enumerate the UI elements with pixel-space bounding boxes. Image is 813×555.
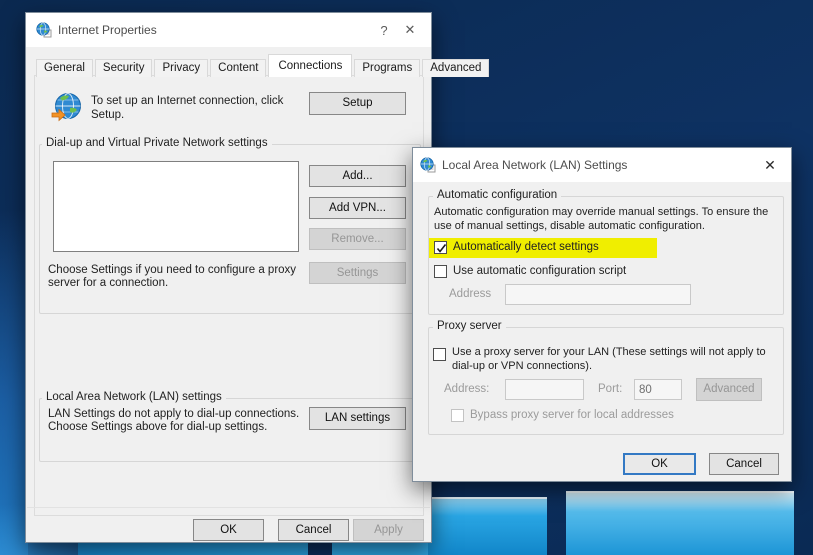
windows-logo-pane-strip-left <box>78 542 308 555</box>
use-automatic-configuration-script-label[interactable]: Use automatic configuration script <box>453 265 626 277</box>
tab-security[interactable]: Security <box>95 59 153 77</box>
script-address-label: Address <box>449 288 491 300</box>
desktop-wallpaper: Internet Properties ? ✕ General Security… <box>0 0 813 555</box>
tab-general[interactable]: General <box>36 59 93 77</box>
proxy-port-label: Port: <box>598 383 622 395</box>
apply-button[interactable]: Apply <box>353 519 424 541</box>
close-icon[interactable]: ✕ <box>757 157 783 174</box>
settings-button[interactable]: Settings <box>309 262 406 284</box>
close-icon[interactable]: ✕ <box>397 22 423 38</box>
internet-properties-titlebar: Internet Properties ? ✕ <box>26 13 431 47</box>
windows-logo-pane-bottom-right <box>566 491 794 555</box>
cancel-button[interactable]: Cancel <box>709 453 779 475</box>
dialog-title: Internet Properties <box>58 23 157 37</box>
ok-button[interactable]: OK <box>193 519 264 541</box>
choose-settings-hint-line1: Choose Settings if you need to configure… <box>48 264 296 278</box>
lan-settings-titlebar: Local Area Network (LAN) Settings ✕ <box>413 148 791 182</box>
use-proxy-line1[interactable]: Use a proxy server for your LAN (These s… <box>452 345 766 359</box>
tab-strip: General Security Privacy Content Connect… <box>36 54 491 77</box>
internet-properties-dialog: Internet Properties ? ✕ General Security… <box>25 12 432 543</box>
tab-privacy[interactable]: Privacy <box>154 59 208 77</box>
proxy-port-input[interactable] <box>634 379 682 400</box>
auto-config-desc-line2: use of manual settings, disable automati… <box>434 219 705 233</box>
lan-settings-dialog: Local Area Network (LAN) Settings ✕ Auto… <box>412 147 792 482</box>
proxy-address-label: Address: <box>444 383 489 395</box>
use-proxy-server-checkbox[interactable] <box>433 348 446 361</box>
automatically-detect-settings-checkbox[interactable] <box>434 241 447 254</box>
dialup-connections-listbox[interactable] <box>53 161 299 252</box>
script-address-input[interactable] <box>505 284 691 305</box>
proxy-server-label: Proxy server <box>433 320 506 332</box>
windows-logo-pane-strip-right <box>332 542 432 555</box>
windows-logo-pane-bottom-left <box>428 497 547 555</box>
automatically-detect-settings-label[interactable]: Automatically detect settings <box>453 241 599 253</box>
internet-connection-icon <box>51 91 83 123</box>
lan-hint-line1: LAN Settings do not apply to dial-up con… <box>48 408 299 422</box>
footer-separator <box>27 507 430 508</box>
setup-instruction-line2: Setup. <box>91 109 124 123</box>
remove-button[interactable]: Remove... <box>309 228 406 250</box>
setup-button[interactable]: Setup <box>309 92 406 115</box>
dialog-title: Local Area Network (LAN) Settings <box>442 158 627 172</box>
globe-icon <box>420 157 436 173</box>
auto-config-desc-line1: Automatic configuration may override man… <box>434 205 768 219</box>
tab-connections[interactable]: Connections <box>268 54 352 77</box>
dialup-group-label: Dial-up and Virtual Private Network sett… <box>42 137 272 149</box>
tab-programs[interactable]: Programs <box>354 59 420 77</box>
bypass-proxy-checkbox[interactable] <box>451 409 464 422</box>
bypass-proxy-label[interactable]: Bypass proxy server for local addresses <box>470 409 674 421</box>
globe-icon <box>36 22 52 38</box>
use-automatic-configuration-script-checkbox[interactable] <box>434 265 447 278</box>
ok-button[interactable]: OK <box>623 453 696 475</box>
proxy-address-input[interactable] <box>505 379 584 400</box>
help-icon[interactable]: ? <box>371 23 397 38</box>
lan-hint-line2: Choose Settings above for dial-up settin… <box>48 421 267 435</box>
choose-settings-hint-line2: server for a connection. <box>48 277 168 291</box>
lan-group-label: Local Area Network (LAN) settings <box>42 391 226 403</box>
tab-advanced[interactable]: Advanced <box>422 59 489 77</box>
advanced-button[interactable]: Advanced <box>696 378 762 401</box>
checkmark-icon <box>435 242 448 255</box>
automatic-configuration-label: Automatic configuration <box>433 189 561 201</box>
setup-instruction-line1: To set up an Internet connection, click <box>91 95 283 109</box>
cancel-button[interactable]: Cancel <box>278 519 349 541</box>
add-button[interactable]: Add... <box>309 165 406 187</box>
add-vpn-button[interactable]: Add VPN... <box>309 197 406 219</box>
lan-settings-button[interactable]: LAN settings <box>309 407 406 430</box>
tab-content[interactable]: Content <box>210 59 266 77</box>
use-proxy-line2[interactable]: dial-up or VPN connections). <box>452 359 592 373</box>
